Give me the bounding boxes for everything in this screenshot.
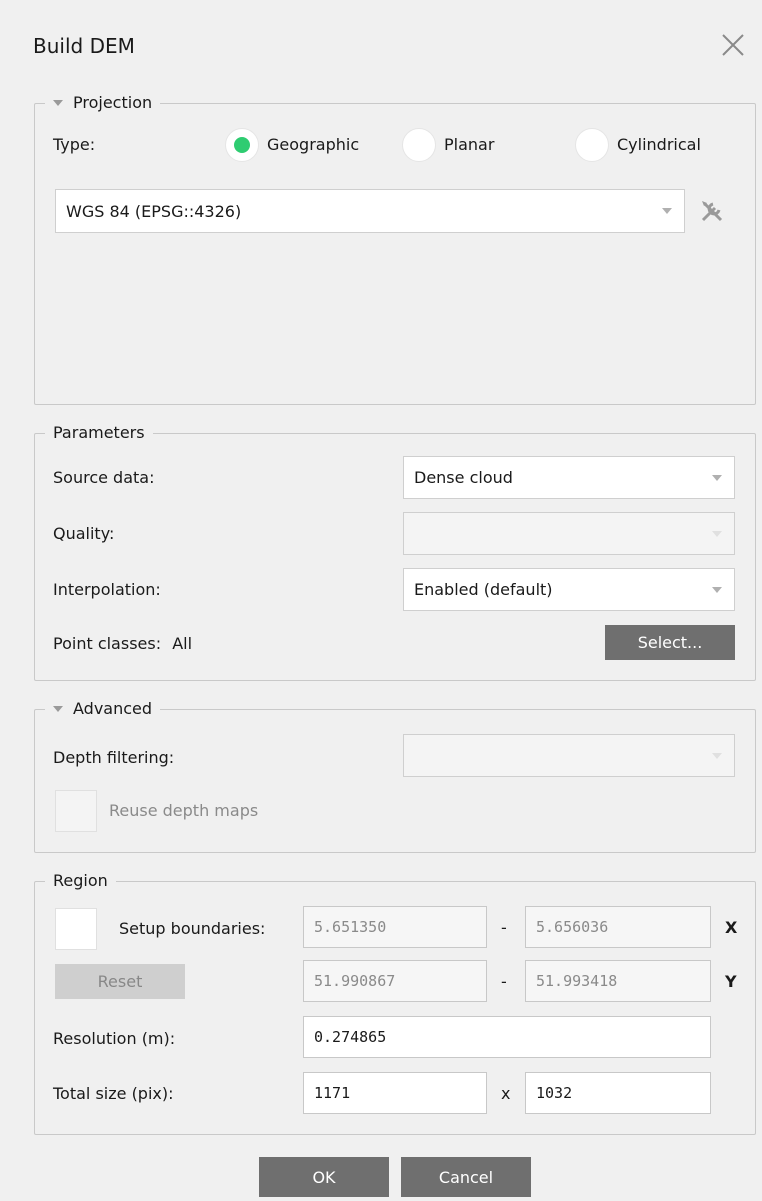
total-width-field[interactable]: 1171 (303, 1072, 487, 1114)
region-legend-label: Region (53, 871, 108, 890)
advanced-group: Advanced Depth filtering: Reuse depth ma… (34, 698, 756, 853)
total-height-field[interactable]: 1032 (525, 1072, 711, 1114)
advanced-legend-label: Advanced (73, 699, 153, 718)
quality-combobox[interactable] (403, 512, 735, 555)
radio-selected-dot (234, 137, 250, 153)
point-classes-value: All (172, 634, 193, 653)
crs-combobox[interactable]: WGS 84 (EPSG::4326) (55, 189, 685, 233)
reset-button[interactable]: Reset (55, 964, 185, 999)
cancel-button[interactable]: Cancel (401, 1157, 531, 1197)
depth-filtering-label: Depth filtering: (53, 748, 175, 767)
chevron-down-icon (712, 586, 722, 593)
tools-icon[interactable] (697, 196, 727, 226)
total-size-label: Total size (pix): (53, 1084, 174, 1103)
x-dash: - (501, 918, 507, 937)
radio-button[interactable] (402, 128, 436, 162)
quality-label: Quality: (53, 524, 115, 543)
collapse-triangle-icon (53, 100, 63, 106)
interpolation-value: Enabled (default) (414, 580, 553, 599)
radio-button[interactable] (575, 128, 609, 162)
reuse-depth-maps-checkbox[interactable] (55, 790, 97, 832)
projection-legend[interactable]: Projection (45, 92, 161, 114)
source-data-label: Source data: (53, 468, 155, 487)
radio-button[interactable] (225, 128, 259, 162)
radio-geographic-label: Geographic (267, 135, 360, 154)
parameters-group: Parameters Source data: Dense cloud Qual… (34, 422, 756, 681)
point-classes-caption: Point classes: (53, 634, 162, 653)
region-legend: Region (45, 870, 116, 892)
source-data-value: Dense cloud (414, 468, 513, 487)
radio-cylindrical[interactable]: Cylindrical (575, 128, 701, 162)
interpolation-combobox[interactable]: Enabled (default) (403, 568, 735, 611)
radio-cylindrical-label: Cylindrical (617, 135, 701, 154)
crs-value: WGS 84 (EPSG::4326) (66, 201, 242, 221)
x-max-field[interactable]: 5.656036 (525, 906, 711, 948)
select-button[interactable]: Select... (605, 625, 735, 660)
chevron-down-icon (712, 530, 722, 537)
radio-planar[interactable]: Planar (402, 128, 494, 162)
setup-boundaries-checkbox[interactable] (55, 908, 97, 950)
times-label: x (501, 1084, 511, 1103)
interpolation-label: Interpolation: (53, 580, 161, 599)
x-min-field[interactable]: 5.651350 (303, 906, 487, 948)
y-axis-label: Y (725, 972, 737, 991)
y-dash: - (501, 972, 507, 991)
reuse-depth-maps-label: Reuse depth maps (109, 801, 259, 820)
advanced-legend[interactable]: Advanced (45, 698, 161, 720)
resolution-label: Resolution (m): (53, 1029, 176, 1048)
radio-geographic[interactable]: Geographic (225, 128, 359, 162)
depth-filtering-combobox[interactable] (403, 734, 735, 777)
dialog-title: Build DEM (33, 34, 135, 58)
point-classes-label: Point classes: All (53, 633, 192, 655)
y-min-field[interactable]: 51.990867 (303, 960, 487, 1002)
chevron-down-icon (712, 474, 722, 481)
region-group: Region Setup boundaries: 5.651350 - 5.65… (34, 870, 756, 1135)
setup-boundaries-label: Setup boundaries: (119, 919, 266, 938)
projection-group: Projection Type: Geographic Planar Cylin… (34, 92, 756, 405)
resolution-field[interactable]: 0.274865 (303, 1016, 711, 1058)
projection-legend-label: Projection (73, 93, 153, 112)
parameters-legend: Parameters (45, 422, 153, 444)
x-axis-label: X (725, 918, 738, 937)
chevron-down-icon (712, 752, 722, 759)
radio-planar-label: Planar (444, 135, 495, 154)
close-icon[interactable] (718, 30, 748, 60)
chevron-down-icon (662, 208, 672, 214)
collapse-triangle-icon (53, 706, 63, 712)
source-data-combobox[interactable]: Dense cloud (403, 456, 735, 499)
parameters-legend-label: Parameters (53, 423, 145, 442)
y-max-field[interactable]: 51.993418 (525, 960, 711, 1002)
ok-button[interactable]: OK (259, 1157, 389, 1197)
type-label: Type: (53, 135, 96, 154)
